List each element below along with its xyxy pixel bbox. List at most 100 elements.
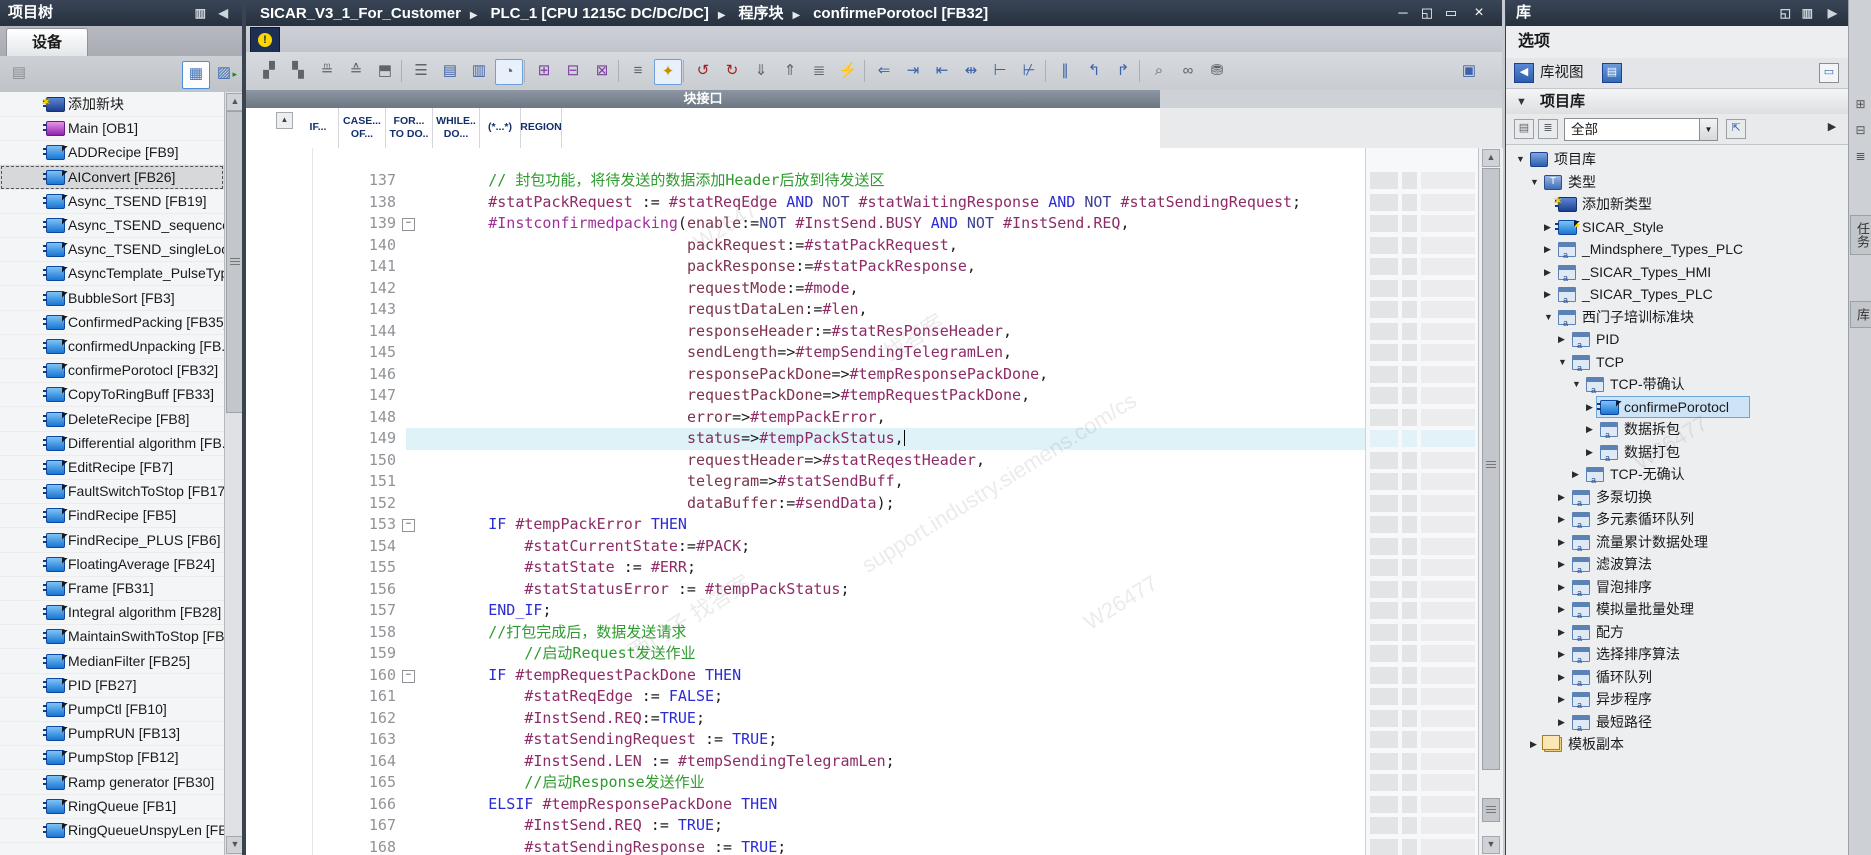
undo-error-icon[interactable]: ↺: [690, 59, 716, 83]
block-item[interactable]: Differential algorithm [FB...: [0, 431, 224, 456]
library-tree-item[interactable]: ▶ 数据拆包: [1506, 418, 1849, 447]
library-tree-item[interactable]: ▶ 多泵切换: [1506, 486, 1849, 515]
snippet-caseof[interactable]: CASE... OF...: [339, 108, 386, 148]
code-line-156[interactable]: 156 #statStatusError := #tempPackStatus;: [246, 579, 1365, 601]
know-how-protection-icon[interactable]: ⌕: [1146, 59, 1172, 83]
block-item[interactable]: CopyToRingBuff [FB33]: [0, 382, 224, 408]
maximize-icon[interactable]: ▭: [1440, 0, 1462, 26]
library-tree-item[interactable]: ▶ 冒泡排序: [1506, 576, 1849, 605]
code-line-153[interactable]: 153− IF #tempPackError THEN: [246, 514, 1365, 536]
block-item[interactable]: ConfirmedPacking [FB35]: [0, 310, 224, 335]
library-tree-item[interactable]: ▶ 多元素循环队列: [1506, 508, 1849, 537]
code-line-157[interactable]: 157 END_IF;: [246, 600, 1365, 622]
library-tree-item[interactable]: ▶ _Mindsphere_Types_PLC: [1506, 238, 1849, 267]
pin-icon[interactable]: ▥: [1802, 0, 1813, 26]
add-network-icon[interactable]: ≙: [343, 59, 369, 83]
strip-icon[interactable]: ⊟: [1852, 122, 1869, 139]
snippet-fortodo[interactable]: FOR... TO DO..: [386, 108, 433, 148]
code-line-165[interactable]: 165 //启动Response发送作业: [246, 772, 1365, 794]
snippet-if[interactable]: IF...: [298, 108, 339, 148]
code-line-168[interactable]: 168 #statSendingResponse := TRUE;: [246, 837, 1365, 855]
block-item[interactable]: Async_TSEND_singleLoo...: [0, 237, 224, 263]
expand-icon[interactable]: ▶: [1558, 486, 1565, 509]
go-prev-icon[interactable]: ↰: [1081, 59, 1107, 83]
snippet-[interactable]: (*...*): [480, 108, 521, 148]
code-line-159[interactable]: 159 //启动Request发送作业: [246, 643, 1365, 665]
expand-icon[interactable]: ▶: [1544, 261, 1551, 284]
scrollbar-thumb[interactable]: [1482, 168, 1500, 770]
library-tree-item[interactable]: ▶ _SICAR_Types_PLC: [1506, 283, 1849, 312]
code-line-162[interactable]: 162 #InstSend.REQ:=TRUE;: [246, 708, 1365, 730]
scrollbar-section-handle[interactable]: [1482, 798, 1500, 822]
code-line-145[interactable]: 145 sendLength=>#tempSendingTelegramLen,: [246, 342, 1365, 364]
code-line-140[interactable]: 140 packRequest:=#statPackRequest,: [246, 235, 1365, 257]
block-item[interactable]: PID [FB27]: [0, 673, 224, 698]
code-line-149[interactable]: 149 status=>#tempPackStatus,: [246, 428, 1365, 450]
block-item[interactable]: FindRecipe_PLUS [FB6]: [0, 528, 224, 553]
library-tree-item[interactable]: ▶ 模拟量批量处理: [1506, 598, 1849, 627]
upload-snapshot-icon[interactable]: ⇑: [777, 59, 803, 83]
expand-icon[interactable]: ▶: [1572, 463, 1579, 486]
library-tree-item[interactable]: ▶ confirmePorotocl: [1506, 395, 1849, 419]
block-item[interactable]: BubbleSort [FB3]: [0, 286, 224, 311]
expand-icon[interactable]: ▶: [1586, 396, 1593, 419]
block-item[interactable]: confirmePorotocl [FB32]: [0, 358, 224, 384]
monitor-block-icon[interactable]: ⊞: [531, 59, 557, 83]
interface-collapse-icon[interactable]: ▲: [276, 112, 293, 129]
block-item[interactable]: Ramp generator [FB30]: [0, 770, 224, 795]
library-tree-item[interactable]: ▶ 配方: [1506, 621, 1849, 650]
snippet-region[interactable]: REGION: [520, 108, 562, 148]
redo-error-icon[interactable]: ↻: [719, 59, 745, 83]
compile-icon[interactable]: ⚡: [835, 59, 861, 83]
expand-icon[interactable]: ▶: [1558, 598, 1565, 621]
pin-icon[interactable]: ▥: [195, 0, 206, 26]
block-item[interactable]: PumpCtl [FB10]: [0, 697, 224, 722]
block-item[interactable]: PumpStop [FB12]: [0, 745, 224, 771]
block-item[interactable]: Main [OB1]: [0, 116, 224, 142]
block-item[interactable]: DeleteRecipe [FB8]: [0, 407, 224, 432]
library-tree-item[interactable]: ▶ 选择排序算法: [1506, 643, 1849, 672]
branch-icon[interactable]: ⊬: [1016, 59, 1042, 83]
warning-icon[interactable]: !: [250, 27, 280, 53]
block-item[interactable]: Async_TSEND_sequenceL...: [0, 213, 224, 238]
code-line-151[interactable]: 151 telegram=>#statSendBuff,: [246, 471, 1365, 493]
code-line-160[interactable]: 160− IF #tempRequestPackDone THEN: [246, 665, 1365, 687]
fold-toggle-icon[interactable]: −: [402, 669, 415, 683]
collapse-icon[interactable]: ▼: [1530, 171, 1539, 194]
minimize-icon[interactable]: ─: [1392, 0, 1414, 26]
editor-scrollbar[interactable]: ▲ ▼: [1478, 148, 1503, 855]
strip-icon[interactable]: ⊞: [1852, 96, 1869, 113]
expand-icon[interactable]: ▶: [1558, 328, 1565, 351]
window-icon[interactable]: ▭: [1819, 63, 1839, 83]
task-card-tab-2[interactable]: 库: [1850, 301, 1871, 328]
library-filter-select[interactable]: 全部 ▼: [1564, 118, 1718, 141]
insert-network-icon[interactable]: ≞: [314, 59, 340, 83]
data-lock-icon[interactable]: ⛃: [1204, 59, 1230, 83]
delete-row-icon[interactable]: ▚: [285, 59, 311, 83]
expand-icon[interactable]: ▶: [1558, 711, 1565, 734]
code-line-137[interactable]: 137 // 封包功能，将待发送的数据添加Header后放到待发送区: [246, 170, 1365, 192]
expand-panel-icon[interactable]: ▶: [1828, 0, 1837, 26]
absolute-operands-icon[interactable]: ☰: [408, 59, 434, 83]
code-line-152[interactable]: 152 dataBuffer:=#sendData);: [246, 493, 1365, 515]
jump-back-icon[interactable]: ⇐: [871, 59, 897, 83]
library-tree-item[interactable]: ▶ PID: [1506, 328, 1849, 357]
code-line-150[interactable]: 150 requestHeader=>#statReqestHeader,: [246, 450, 1365, 472]
collapse-icon[interactable]: ▼: [1572, 373, 1581, 396]
expand-icon[interactable]: ▶: [1544, 283, 1551, 306]
collapse-icon[interactable]: ≡: [625, 59, 651, 83]
code-line-139[interactable]: 139− #Instconfirmedpacking(enable:=NOT #…: [246, 213, 1365, 235]
tab-devices[interactable]: 设备: [6, 28, 88, 57]
monitor-all-icon[interactable]: ⊠: [589, 59, 615, 83]
library-tree-item[interactable]: ▶ 滤波算法: [1506, 553, 1849, 582]
library-view-icon[interactable]: ◀: [1514, 63, 1534, 83]
renumber-icon[interactable]: ⇹: [958, 59, 984, 83]
block-item[interactable]: MaintainSwithToStop [FB...: [0, 624, 224, 650]
strip-icon[interactable]: ≣: [1852, 148, 1869, 165]
device-view-button[interactable]: ▦: [182, 61, 210, 89]
library-tree-item[interactable]: ▶ TCP-无确认: [1506, 463, 1849, 492]
fold-toggle-icon[interactable]: −: [402, 519, 415, 532]
scroll-down-icon[interactable]: ▼: [1482, 836, 1500, 854]
indent-icon[interactable]: ⇥: [900, 59, 926, 83]
code-line-161[interactable]: 161 #statReqEdge := FALSE;: [246, 686, 1365, 708]
